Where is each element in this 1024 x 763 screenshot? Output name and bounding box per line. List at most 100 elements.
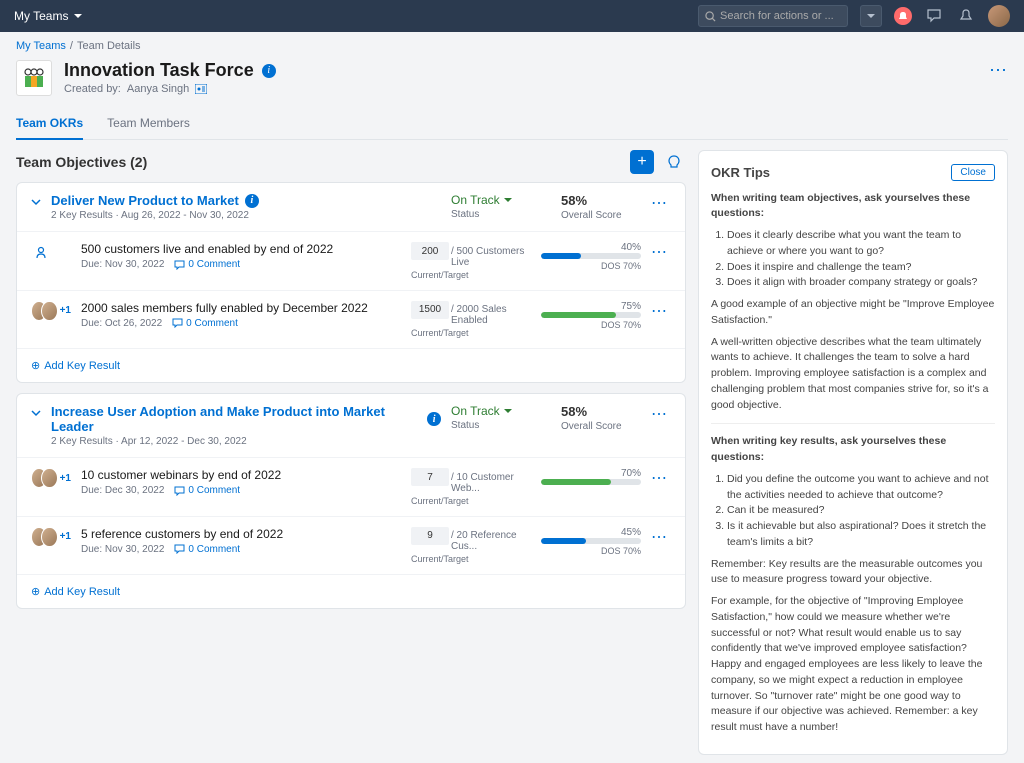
kr-due: Due: Nov 30, 2022 bbox=[81, 544, 164, 555]
chevron-down-icon[interactable] bbox=[31, 406, 41, 420]
progress-bar bbox=[541, 312, 641, 318]
owner-avatar[interactable] bbox=[41, 527, 57, 547]
add-key-result-button[interactable]: ⊕ Add Key Result bbox=[17, 574, 685, 608]
tab-okrs[interactable]: Team OKRs bbox=[16, 108, 83, 140]
ct-label: Current/Target bbox=[411, 328, 531, 338]
tips-q1-2: Does it inspire and challenge the team? bbox=[727, 260, 995, 276]
user-avatar[interactable] bbox=[988, 5, 1010, 27]
alert-icon[interactable] bbox=[956, 6, 976, 26]
page-header: Innovation Task Force i Created by: Aany… bbox=[16, 56, 1008, 100]
section-title: Team Objectives (2) bbox=[16, 154, 147, 170]
ct-label: Current/Target bbox=[411, 496, 531, 506]
progress-bar bbox=[541, 253, 641, 259]
owner-avatar[interactable] bbox=[41, 468, 57, 488]
close-button[interactable]: Close bbox=[951, 164, 995, 181]
topbar-menu-label: My Teams bbox=[14, 9, 68, 23]
owner-icon[interactable] bbox=[31, 242, 51, 262]
comment-icon bbox=[172, 318, 183, 328]
target-text: / 20 Reference Cus... bbox=[451, 530, 531, 552]
creator-name: Aanya Singh bbox=[127, 83, 189, 95]
owner-more[interactable]: +1 bbox=[60, 473, 71, 484]
kr-kebab[interactable]: ⋯ bbox=[651, 301, 671, 321]
objective-card: Deliver New Product to Marketi 2 Key Res… bbox=[16, 182, 686, 383]
target-text: / 2000 Sales Enabled bbox=[451, 304, 531, 326]
kr-kebab[interactable]: ⋯ bbox=[651, 468, 671, 488]
info-icon[interactable]: i bbox=[427, 412, 441, 426]
status-dropdown[interactable]: On Track bbox=[451, 193, 551, 207]
ct-label: Current/Target bbox=[411, 270, 531, 280]
objective-title[interactable]: Increase User Adoption and Make Product … bbox=[51, 404, 441, 434]
tips-q1-1: Does it clearly describe what you want t… bbox=[727, 228, 995, 260]
tips-ex1: A good example of an objective might be … bbox=[711, 297, 995, 329]
current-input[interactable] bbox=[411, 301, 449, 319]
breadcrumb: My Teams / Team Details bbox=[16, 40, 1008, 52]
key-result-row: 500 customers live and enabled by end of… bbox=[17, 231, 685, 290]
search-placeholder: Search for actions or ... bbox=[720, 10, 834, 22]
status-dropdown[interactable]: On Track bbox=[451, 404, 551, 418]
comment-icon bbox=[174, 486, 185, 496]
objective-meta: 2 Key Results · Aug 26, 2022 - Nov 30, 2… bbox=[51, 210, 441, 221]
comment-link[interactable]: 0 Comment bbox=[174, 485, 240, 496]
info-icon[interactable]: i bbox=[262, 64, 276, 78]
kr-title: 5 reference customers by end of 2022 bbox=[81, 527, 401, 541]
topbar-right: Search for actions or ... bbox=[698, 5, 1010, 27]
bell-icon bbox=[898, 11, 908, 21]
ct-label: Current/Target bbox=[411, 554, 531, 564]
chat-icon[interactable] bbox=[924, 6, 944, 26]
progress-pct: 45% bbox=[541, 527, 641, 538]
contact-icon[interactable] bbox=[195, 84, 207, 94]
progress-pct: 70% bbox=[541, 468, 641, 479]
topbar-menu[interactable]: My Teams bbox=[14, 9, 82, 23]
objective-kebab[interactable]: ⋯ bbox=[651, 404, 671, 424]
current-input[interactable] bbox=[411, 242, 449, 260]
search-dropdown[interactable] bbox=[860, 5, 882, 27]
tips-p1: A well-written objective describes what … bbox=[711, 335, 995, 414]
owner-more[interactable]: +1 bbox=[60, 305, 71, 316]
comment-link[interactable]: 0 Comment bbox=[174, 259, 240, 270]
kr-kebab[interactable]: ⋯ bbox=[651, 242, 671, 262]
kr-due: Due: Dec 30, 2022 bbox=[81, 485, 164, 496]
chevron-down-icon bbox=[867, 14, 875, 19]
search-icon bbox=[705, 11, 716, 22]
comment-icon bbox=[174, 544, 185, 554]
objective-kebab[interactable]: ⋯ bbox=[651, 193, 671, 213]
owner-more[interactable]: +1 bbox=[60, 531, 71, 542]
tips-p3: For example, for the objective of "Impro… bbox=[711, 594, 995, 736]
current-input[interactable] bbox=[411, 468, 449, 486]
search-input[interactable]: Search for actions or ... bbox=[698, 5, 848, 27]
progress-pct: 40% bbox=[541, 242, 641, 253]
objective-title[interactable]: Deliver New Product to Marketi bbox=[51, 193, 441, 208]
breadcrumb-root[interactable]: My Teams bbox=[16, 40, 66, 52]
tips-q2-2: Can it be measured? bbox=[727, 503, 995, 519]
add-objective-button[interactable]: + bbox=[630, 150, 654, 174]
topbar: My Teams Search for actions or ... bbox=[0, 0, 1024, 32]
current-input[interactable] bbox=[411, 527, 449, 545]
tips-title: OKR Tips bbox=[711, 163, 770, 183]
key-result-row: +1 10 customer webinars by end of 2022 D… bbox=[17, 457, 685, 516]
notification-badge[interactable] bbox=[894, 7, 912, 25]
tips-q2-3: Is it achievable but also aspirational? … bbox=[727, 519, 995, 551]
target-text: / 10 Customer Web... bbox=[451, 472, 531, 494]
comment-link[interactable]: 0 Comment bbox=[174, 544, 240, 555]
score-value: 58% bbox=[561, 404, 641, 419]
breadcrumb-current: Team Details bbox=[77, 40, 141, 52]
tips-q2-1: Did you define the outcome you want to a… bbox=[727, 472, 995, 504]
page-title: Innovation Task Force bbox=[64, 60, 254, 81]
tips-toggle-button[interactable] bbox=[662, 150, 686, 174]
info-icon[interactable]: i bbox=[245, 194, 259, 208]
score-label: Overall Score bbox=[561, 421, 641, 432]
add-key-result-button[interactable]: ⊕ Add Key Result bbox=[17, 348, 685, 382]
dos-label: DOS 70% bbox=[541, 261, 641, 271]
chevron-down-icon[interactable] bbox=[31, 195, 41, 209]
tab-members[interactable]: Team Members bbox=[107, 108, 190, 139]
objective-meta: 2 Key Results · Apr 12, 2022 - Dec 30, 2… bbox=[51, 436, 441, 447]
score-value: 58% bbox=[561, 193, 641, 208]
team-icon bbox=[16, 60, 52, 96]
header-kebab[interactable]: ⋯ bbox=[989, 60, 1008, 81]
score-label: Overall Score bbox=[561, 210, 641, 221]
comment-link[interactable]: 0 Comment bbox=[172, 318, 238, 329]
kr-kebab[interactable]: ⋯ bbox=[651, 527, 671, 547]
owner-avatar[interactable] bbox=[41, 301, 57, 321]
objective-card: Increase User Adoption and Make Product … bbox=[16, 393, 686, 609]
tips-panel: OKR Tips Close When writing team objecti… bbox=[698, 150, 1008, 755]
